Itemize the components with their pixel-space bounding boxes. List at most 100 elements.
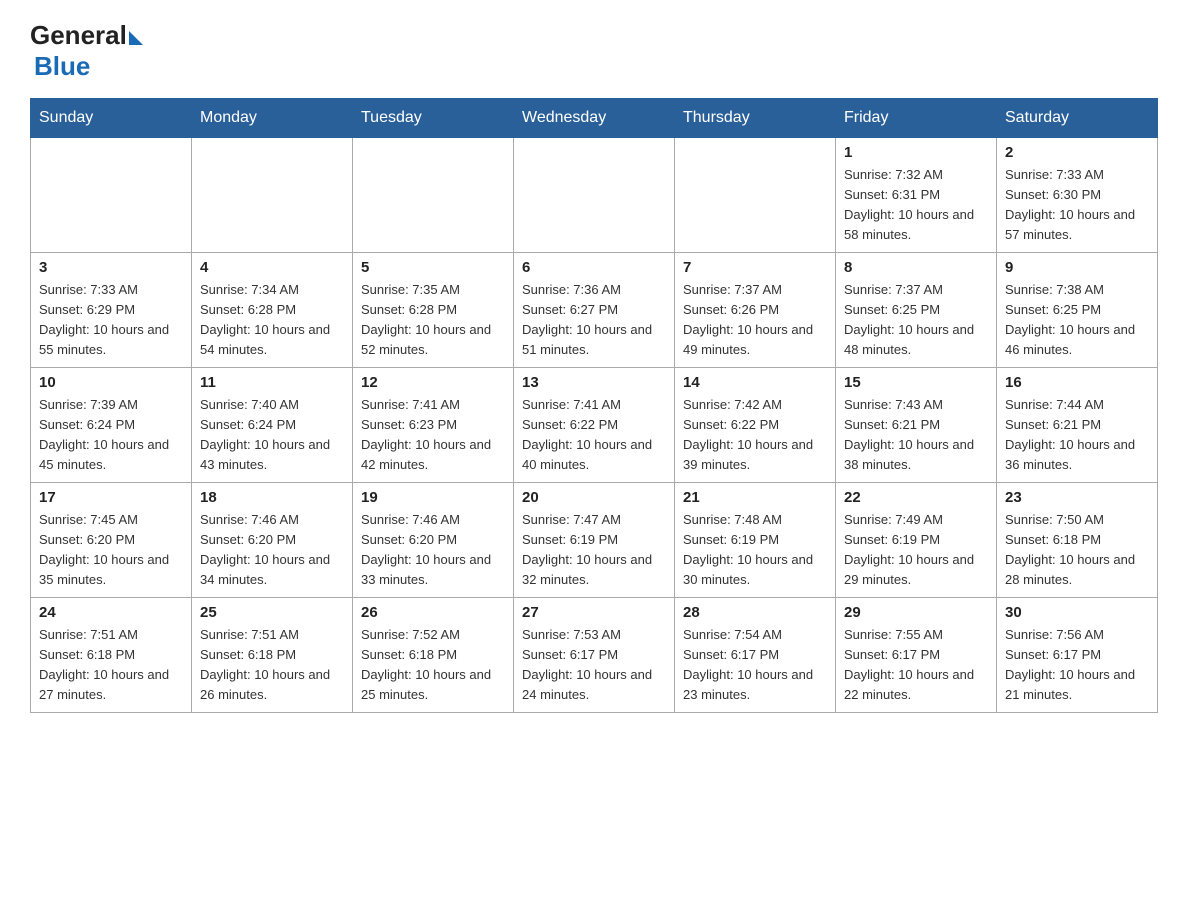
day-info: Sunrise: 7:35 AMSunset: 6:28 PMDaylight:… xyxy=(361,280,505,361)
day-number: 5 xyxy=(361,259,505,276)
day-number: 1 xyxy=(844,144,988,161)
day-number: 12 xyxy=(361,374,505,391)
day-info: Sunrise: 7:46 AMSunset: 6:20 PMDaylight:… xyxy=(200,510,344,591)
week-row-5: 24Sunrise: 7:51 AMSunset: 6:18 PMDayligh… xyxy=(31,598,1158,713)
calendar-cell: 8 Sunrise: 7:37 AMSunset: 6:25 PMDaylight… xyxy=(836,253,997,368)
calendar-cell: 4 Sunrise: 7:34 AMSunset: 6:28 PMDaylight… xyxy=(192,253,353,368)
day-number: 14 xyxy=(683,374,827,391)
day-number: 10 xyxy=(39,374,183,391)
day-info: Sunrise: 7:41 AMSunset: 6:22 PMDaylight:… xyxy=(522,395,666,476)
day-info: Sunrise: 7:36 AMSunset: 6:27 PMDaylight:… xyxy=(522,280,666,361)
day-number: 13 xyxy=(522,374,666,391)
calendar-cell: 15 Sunrise: 7:43 AMSunset: 6:21 PMDayligh… xyxy=(836,368,997,483)
day-info: Sunrise: 7:39 AMSunset: 6:24 PMDaylight:… xyxy=(39,395,183,476)
weekday-header-saturday: Saturday xyxy=(997,99,1158,138)
day-info: Sunrise: 7:50 AMSunset: 6:18 PMDaylight:… xyxy=(1005,510,1149,591)
day-info: Sunrise: 7:37 AMSunset: 6:26 PMDaylight:… xyxy=(683,280,827,361)
calendar-table: SundayMondayTuesdayWednesdayThursdayFrid… xyxy=(30,98,1158,713)
day-number: 28 xyxy=(683,604,827,621)
calendar-cell: 1 Sunrise: 7:32 AMSunset: 6:31 PMDaylight… xyxy=(836,138,997,253)
day-info: Sunrise: 7:44 AMSunset: 6:21 PMDaylight:… xyxy=(1005,395,1149,476)
weekday-header-tuesday: Tuesday xyxy=(353,99,514,138)
calendar-cell: 10 Sunrise: 7:39 AMSunset: 6:24 PMDayligh… xyxy=(31,368,192,483)
day-info: Sunrise: 7:45 AMSunset: 6:20 PMDaylight:… xyxy=(39,510,183,591)
calendar-cell: 14 Sunrise: 7:42 AMSunset: 6:22 PMDayligh… xyxy=(675,368,836,483)
day-info: Sunrise: 7:43 AMSunset: 6:21 PMDaylight:… xyxy=(844,395,988,476)
day-info: Sunrise: 7:47 AMSunset: 6:19 PMDaylight:… xyxy=(522,510,666,591)
logo-general-text: General xyxy=(30,20,127,51)
day-number: 27 xyxy=(522,604,666,621)
day-number: 22 xyxy=(844,489,988,506)
calendar-cell: 3 Sunrise: 7:33 AMSunset: 6:29 PMDaylight… xyxy=(31,253,192,368)
day-info: Sunrise: 7:51 AMSunset: 6:18 PMDaylight:… xyxy=(39,625,183,706)
day-info: Sunrise: 7:56 AMSunset: 6:17 PMDaylight:… xyxy=(1005,625,1149,706)
day-number: 18 xyxy=(200,489,344,506)
calendar-cell: 2Sunrise: 7:33 AMSunset: 6:30 PMDaylight… xyxy=(997,138,1158,253)
calendar-cell: 19Sunrise: 7:46 AMSunset: 6:20 PMDayligh… xyxy=(353,483,514,598)
calendar-cell: 7Sunrise: 7:37 AMSunset: 6:26 PMDaylight… xyxy=(675,253,836,368)
day-info: Sunrise: 7:49 AMSunset: 6:19 PMDaylight:… xyxy=(844,510,988,591)
calendar-cell: 12 Sunrise: 7:41 AMSunset: 6:23 PMDayligh… xyxy=(353,368,514,483)
calendar-cell: 6 Sunrise: 7:36 AMSunset: 6:27 PMDaylight… xyxy=(514,253,675,368)
day-info: Sunrise: 7:51 AMSunset: 6:18 PMDaylight:… xyxy=(200,625,344,706)
day-info: Sunrise: 7:41 AMSunset: 6:23 PMDaylight:… xyxy=(361,395,505,476)
calendar-cell: 26 Sunrise: 7:52 AMSunset: 6:18 PMDayligh… xyxy=(353,598,514,713)
calendar-cell: 27 Sunrise: 7:53 AMSunset: 6:17 PMDayligh… xyxy=(514,598,675,713)
calendar-cell xyxy=(514,138,675,253)
logo: General Blue xyxy=(30,20,143,82)
day-number: 26 xyxy=(361,604,505,621)
page-header: General Blue xyxy=(30,20,1158,82)
day-info: Sunrise: 7:38 AMSunset: 6:25 PMDaylight:… xyxy=(1005,280,1149,361)
week-row-3: 10 Sunrise: 7:39 AMSunset: 6:24 PMDayligh… xyxy=(31,368,1158,483)
day-info: Sunrise: 7:33 AMSunset: 6:30 PMDaylight:… xyxy=(1005,165,1149,246)
calendar-cell: 22 Sunrise: 7:49 AMSunset: 6:19 PMDayligh… xyxy=(836,483,997,598)
day-number: 3 xyxy=(39,259,183,276)
calendar-cell: 16 Sunrise: 7:44 AMSunset: 6:21 PMDayligh… xyxy=(997,368,1158,483)
weekday-header-monday: Monday xyxy=(192,99,353,138)
weekday-header-wednesday: Wednesday xyxy=(514,99,675,138)
logo-blue-text: Blue xyxy=(34,51,143,82)
day-number: 15 xyxy=(844,374,988,391)
day-info: Sunrise: 7:53 AMSunset: 6:17 PMDaylight:… xyxy=(522,625,666,706)
calendar-cell: 21Sunrise: 7:48 AMSunset: 6:19 PMDayligh… xyxy=(675,483,836,598)
day-number: 17 xyxy=(39,489,183,506)
weekday-header-sunday: Sunday xyxy=(31,99,192,138)
day-info: Sunrise: 7:32 AMSunset: 6:31 PMDaylight:… xyxy=(844,165,988,246)
calendar-cell: 25 Sunrise: 7:51 AMSunset: 6:18 PMDayligh… xyxy=(192,598,353,713)
day-number: 30 xyxy=(1005,604,1149,621)
weekday-header-row: SundayMondayTuesdayWednesdayThursdayFrid… xyxy=(31,99,1158,138)
calendar-cell xyxy=(192,138,353,253)
calendar-cell: 20 Sunrise: 7:47 AMSunset: 6:19 PMDayligh… xyxy=(514,483,675,598)
calendar-cell xyxy=(31,138,192,253)
day-number: 16 xyxy=(1005,374,1149,391)
day-number: 20 xyxy=(522,489,666,506)
calendar-cell: 13 Sunrise: 7:41 AMSunset: 6:22 PMDayligh… xyxy=(514,368,675,483)
day-number: 25 xyxy=(200,604,344,621)
calendar-cell: 17 Sunrise: 7:45 AMSunset: 6:20 PMDayligh… xyxy=(31,483,192,598)
day-info: Sunrise: 7:42 AMSunset: 6:22 PMDaylight:… xyxy=(683,395,827,476)
day-number: 21 xyxy=(683,489,827,506)
day-number: 23 xyxy=(1005,489,1149,506)
calendar-cell: 29Sunrise: 7:55 AMSunset: 6:17 PMDayligh… xyxy=(836,598,997,713)
weekday-header-friday: Friday xyxy=(836,99,997,138)
week-row-1: 1 Sunrise: 7:32 AMSunset: 6:31 PMDaylight… xyxy=(31,138,1158,253)
calendar-cell: 18 Sunrise: 7:46 AMSunset: 6:20 PMDayligh… xyxy=(192,483,353,598)
day-number: 29 xyxy=(844,604,988,621)
day-info: Sunrise: 7:37 AMSunset: 6:25 PMDaylight:… xyxy=(844,280,988,361)
calendar-cell: 30 Sunrise: 7:56 AMSunset: 6:17 PMDayligh… xyxy=(997,598,1158,713)
logo-arrow-icon xyxy=(129,31,143,45)
day-number: 4 xyxy=(200,259,344,276)
calendar-cell: 28 Sunrise: 7:54 AMSunset: 6:17 PMDayligh… xyxy=(675,598,836,713)
day-info: Sunrise: 7:54 AMSunset: 6:17 PMDaylight:… xyxy=(683,625,827,706)
day-info: Sunrise: 7:52 AMSunset: 6:18 PMDaylight:… xyxy=(361,625,505,706)
day-info: Sunrise: 7:40 AMSunset: 6:24 PMDaylight:… xyxy=(200,395,344,476)
day-number: 6 xyxy=(522,259,666,276)
day-number: 8 xyxy=(844,259,988,276)
calendar-cell: 5 Sunrise: 7:35 AMSunset: 6:28 PMDaylight… xyxy=(353,253,514,368)
day-number: 11 xyxy=(200,374,344,391)
day-info: Sunrise: 7:33 AMSunset: 6:29 PMDaylight:… xyxy=(39,280,183,361)
calendar-cell: 23 Sunrise: 7:50 AMSunset: 6:18 PMDayligh… xyxy=(997,483,1158,598)
weekday-header-thursday: Thursday xyxy=(675,99,836,138)
calendar-cell: 11 Sunrise: 7:40 AMSunset: 6:24 PMDayligh… xyxy=(192,368,353,483)
day-info: Sunrise: 7:34 AMSunset: 6:28 PMDaylight:… xyxy=(200,280,344,361)
